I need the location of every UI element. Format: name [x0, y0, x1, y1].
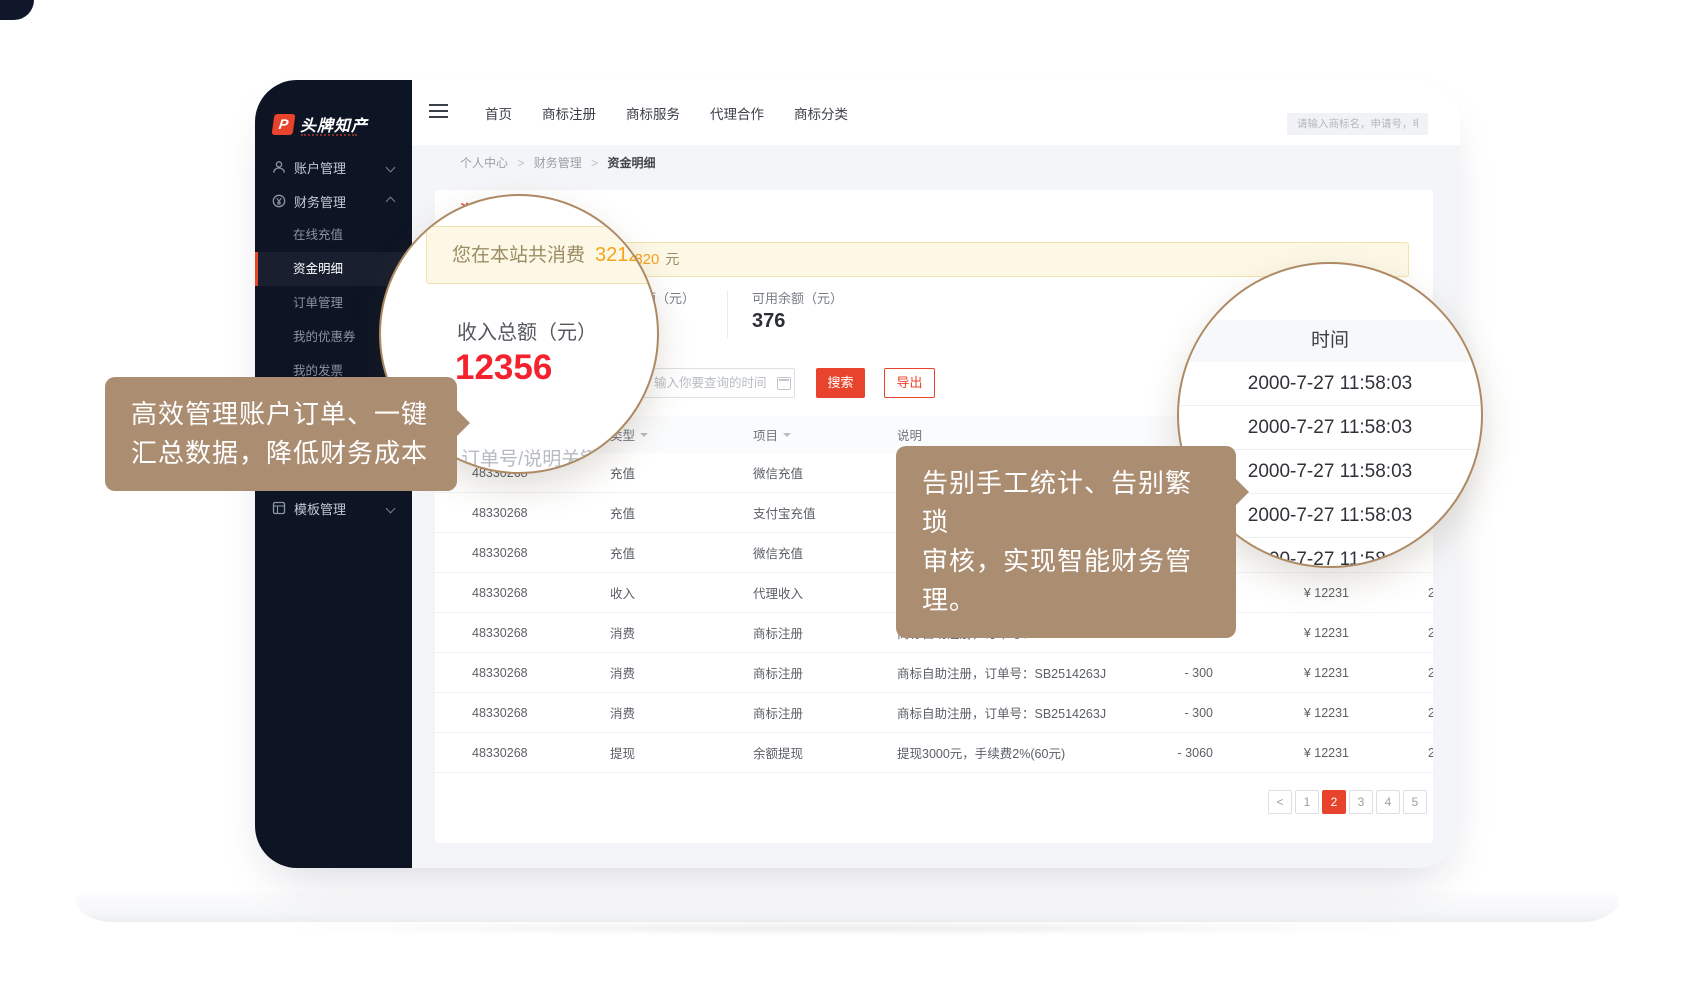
pagination-page-button[interactable]: 3: [1349, 790, 1373, 814]
stat-balance-value: 376: [752, 310, 785, 333]
cell-order: 48330268: [472, 613, 592, 652]
cell-project: 微信充值: [753, 453, 883, 492]
sidebar-sub-item-label: 我的优惠券: [293, 330, 356, 344]
marketing-canvas: P 头牌知产 账户管理 财务管理: [0, 0, 1696, 1002]
sidebar-item-template[interactable]: 模板管理: [255, 491, 412, 525]
cell-type: 提现: [610, 733, 720, 772]
cell-amount: - 3060: [1055, 733, 1213, 772]
sort-caret-icon: [783, 433, 791, 441]
pagination-page-button[interactable]: 4: [1376, 790, 1400, 814]
cell-order: 48330268: [472, 733, 592, 772]
top-nav-item[interactable]: 商标服务: [611, 103, 695, 123]
top-nav-item[interactable]: 代理合作: [695, 103, 779, 123]
table-row: 48330268 消费 商标注册 商标自助注册，订单号：SB2514263J -…: [435, 693, 1433, 733]
magnified-time-row: 2000-7-27 11:58:03: [1179, 406, 1481, 450]
cell-type: 充值: [610, 533, 720, 572]
cell-time: 2000-7-27 11:58:03: [1428, 693, 1433, 732]
cell-project: 商标注册: [753, 613, 883, 652]
breadcrumb-item[interactable]: 个人中心: [460, 156, 508, 170]
magnified-time-row: 2000-7-27 11:58:03: [1179, 362, 1481, 406]
breadcrumb-current: 资金明细: [607, 156, 655, 170]
cell-time: 2000-7-27 11:58:03: [1428, 733, 1433, 772]
magnified-banner: 您在本站共消费32124: [426, 226, 659, 284]
header-project[interactable]: 项目: [753, 416, 883, 453]
table-row: 48330268 消费 商标注册 商标自助注册，订单号：SB2514263J -…: [435, 653, 1433, 693]
cell-time: 2000-7-27 11:58:03: [1428, 613, 1433, 652]
cell-type: 充值: [610, 453, 720, 492]
laptop-base: [76, 892, 1619, 922]
cell-project: 代理收入: [753, 573, 883, 612]
magnified-keyword-placeholder: 订单号/说明关键字: [461, 444, 618, 471]
cell-type: 收入: [610, 573, 720, 612]
cell-balance: ¥ 12231: [1235, 653, 1349, 692]
top-nav-item[interactable]: 商标注册: [527, 103, 611, 123]
sort-caret-icon: [640, 433, 648, 441]
cell-order: 48330268: [472, 693, 592, 732]
chevron-down-icon: [386, 503, 396, 513]
sidebar-item-label: 模板管理: [294, 499, 346, 518]
callout-left: 高效管理账户订单、一键 汇总数据，降低财务成本: [105, 377, 457, 491]
cell-time: 2000-7-27 11:58:03: [1428, 573, 1433, 612]
cell-balance: ¥ 12231: [1235, 573, 1349, 612]
cell-type: 消费: [610, 693, 720, 732]
cell-time: 2000-7-27 11:58:03: [1428, 653, 1433, 692]
cell-project: 微信充值: [753, 533, 883, 572]
template-icon: [272, 501, 286, 515]
cell-balance: ¥ 12231: [1235, 733, 1349, 772]
table-row: 48330268 提现 余额提现 提现3000元，手续费2%(60元) - 30…: [435, 733, 1433, 773]
cell-order: 48330268: [472, 533, 592, 572]
breadcrumb: 个人中心 > 财务管理 > 资金明细: [460, 154, 655, 171]
pagination: < 1 2 3: [1268, 790, 1430, 814]
cell-project: 余额提现: [753, 733, 883, 772]
cell-balance: ¥ 12231: [1235, 693, 1349, 732]
cell-order: 48330268: [472, 493, 592, 532]
pagination-prev-button[interactable]: <: [1268, 790, 1292, 814]
magnified-income-label: 收入总额（元）: [457, 316, 597, 345]
cell-type: 消费: [610, 613, 720, 652]
breadcrumb-item[interactable]: 财务管理: [534, 156, 582, 170]
cell-order: 48330268: [472, 573, 592, 612]
hamburger-menu-icon[interactable]: [429, 104, 448, 118]
sidebar-sub-item-label: 订单管理: [293, 296, 343, 310]
pagination-page-button[interactable]: 1: [1295, 790, 1319, 814]
cell-type: 充值: [610, 493, 720, 532]
sidebar-sub-item[interactable]: 在线充值: [255, 218, 412, 252]
magnified-banner-amount: 32124: [595, 244, 651, 266]
corner-decoration: [0, 0, 34, 20]
trademark-search-input[interactable]: [1287, 113, 1428, 135]
export-button[interactable]: 导出: [884, 368, 935, 398]
cell-type: 消费: [610, 653, 720, 692]
search-button[interactable]: 搜索: [816, 368, 865, 398]
cell-amount: - 300: [1055, 653, 1213, 692]
cell-amount: - 300: [1055, 693, 1213, 732]
sidebar-sub-item-label: 我的发票: [293, 364, 343, 378]
top-nav-item[interactable]: 商标分类: [779, 103, 863, 123]
top-navigation-bar: 首页 商标注册 商标服务 代理合作 商标分类: [412, 80, 1460, 146]
cell-project: 支付宝充值: [753, 493, 883, 532]
callout-right: 告别手工统计、告别繁琐 审核，实现智能财务管 理。: [896, 446, 1236, 638]
cell-project: 商标注册: [753, 653, 883, 692]
sidebar-sub-item-label: 资金明细: [293, 262, 343, 276]
magnified-time-header: 时间: [1179, 320, 1481, 362]
magnified-income-value: 12356: [455, 348, 552, 388]
stat-balance-label: 可用余额（元）: [752, 288, 843, 307]
cell-order: 48330268: [472, 653, 592, 692]
calendar-icon[interactable]: [777, 377, 791, 390]
top-nav-menu: 首页 商标注册 商标服务 代理合作 商标分类: [470, 80, 863, 145]
top-nav-item[interactable]: 首页: [470, 103, 527, 123]
date-input[interactable]: [643, 368, 795, 398]
sidebar-sub-item-label: 在线充值: [293, 228, 343, 242]
pagination-page-button[interactable]: 5: [1403, 790, 1427, 814]
cell-balance: ¥ 12231: [1235, 613, 1349, 652]
pagination-page-button[interactable]: 2: [1322, 790, 1346, 814]
cell-project: 商标注册: [753, 693, 883, 732]
